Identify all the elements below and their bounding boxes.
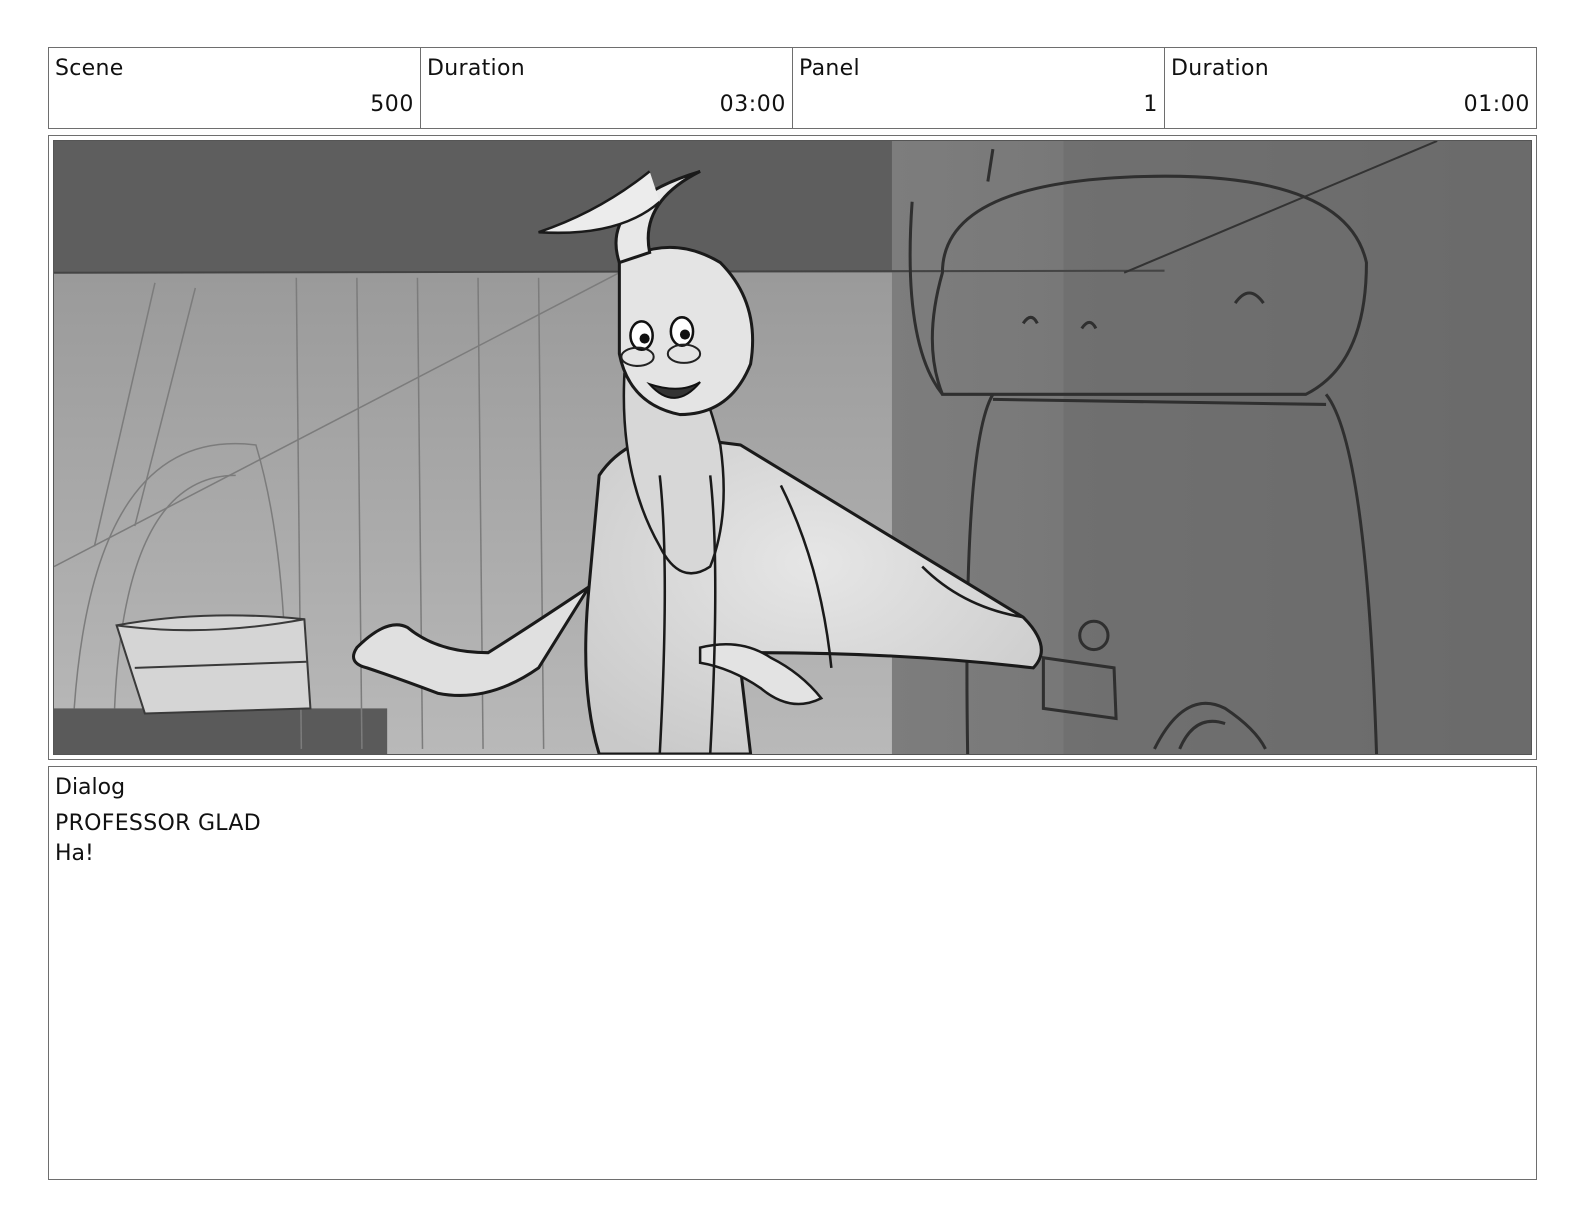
panel-duration-value: 01:00: [1463, 92, 1530, 117]
panel-duration-cell: Duration 01:00: [1165, 48, 1536, 128]
scene-duration-cell: Duration 03:00: [421, 48, 793, 128]
dialog-line: Ha!: [55, 841, 94, 866]
scene-duration-value: 03:00: [719, 92, 786, 117]
scene-cell: Scene 500: [49, 48, 421, 128]
wizard-sketch-icon: [54, 141, 1531, 754]
panel-duration-label: Duration: [1171, 56, 1269, 81]
scene-label: Scene: [55, 56, 124, 81]
scene-duration-label: Duration: [427, 56, 525, 81]
dialog-box: Dialog PROFESSOR GLAD Ha!: [48, 766, 1537, 1180]
storyboard-image: [53, 140, 1532, 755]
dialog-speaker: PROFESSOR GLAD: [55, 811, 261, 836]
panel-label: Panel: [799, 56, 860, 81]
panel-number: 1: [1143, 92, 1158, 117]
panel-info-header: Scene 500 Duration 03:00 Panel 1 Duratio…: [48, 47, 1537, 129]
storyboard-frame: [48, 135, 1537, 760]
dialog-label: Dialog: [55, 775, 126, 800]
scene-number: 500: [370, 92, 414, 117]
panel-cell: Panel 1: [793, 48, 1165, 128]
